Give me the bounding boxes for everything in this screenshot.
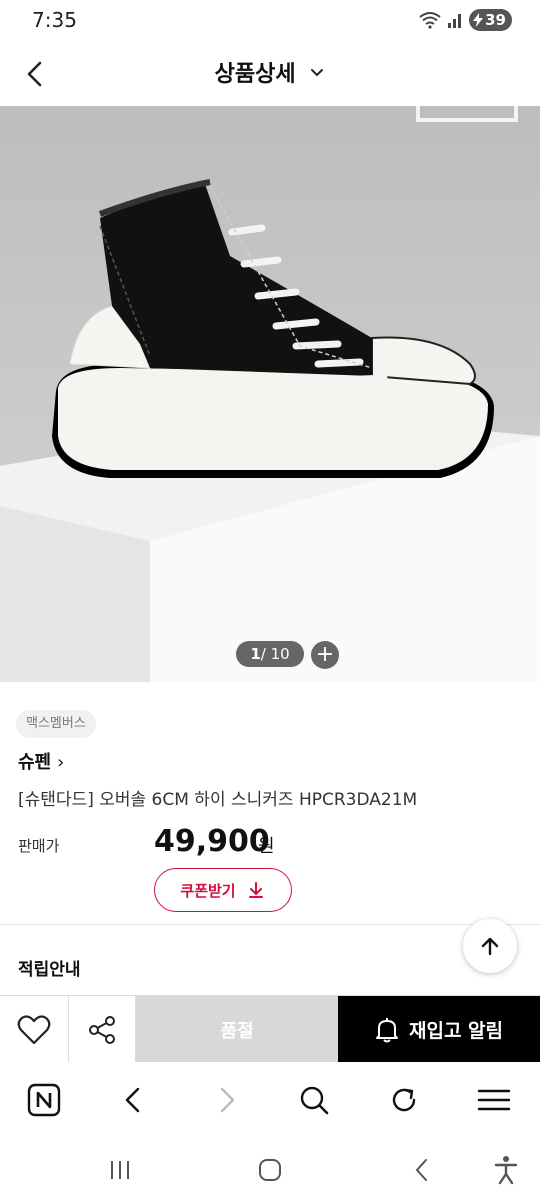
accessibility-button[interactable]: [488, 1152, 524, 1188]
soldout-label: 품절: [220, 1020, 254, 1042]
accessibility-icon: [494, 1156, 518, 1185]
page-title-dropdown[interactable]: 상품상세: [0, 56, 540, 88]
home-button[interactable]: [252, 1152, 288, 1188]
system-nav-bar: [0, 1136, 540, 1200]
restock-alert-button[interactable]: 재입고 알림: [338, 996, 540, 1063]
heart-icon: [17, 1014, 51, 1044]
chevron-right-icon: ›: [57, 752, 65, 773]
battery-badge: 39: [469, 9, 512, 31]
back-icon: [125, 1087, 140, 1113]
wifi-icon: [419, 12, 441, 29]
chevron-down-icon: [311, 69, 324, 77]
product-image[interactable]: [0, 106, 540, 682]
pager-current: 1: [250, 645, 261, 663]
browser-toolbar: [0, 1062, 540, 1136]
pager-total: / 10: [260, 645, 290, 663]
soldout-button: 품절: [136, 996, 338, 1063]
recents-button[interactable]: [102, 1152, 138, 1188]
membership-badge: 맥스멤버스: [16, 710, 96, 738]
status-icons: 39: [419, 9, 512, 31]
naver-home-icon: [27, 1083, 61, 1117]
brand-name: 슈펜: [18, 752, 52, 773]
page-title: 상품상세: [214, 62, 296, 87]
restock-label: 재입고 알림: [408, 1020, 503, 1042]
wishlist-button[interactable]: [0, 996, 69, 1063]
brand-link[interactable]: 슈펜 ›: [18, 748, 64, 774]
system-back-button[interactable]: [404, 1152, 440, 1188]
recents-icon: [111, 1161, 129, 1179]
home-icon: [259, 1159, 281, 1181]
plus-icon: +: [315, 642, 335, 667]
system-back-icon: [415, 1159, 427, 1181]
browser-forward-button[interactable]: [204, 1078, 248, 1122]
share-button[interactable]: [68, 996, 136, 1063]
browser-refresh-button[interactable]: [382, 1078, 426, 1122]
naver-home-button[interactable]: [22, 1078, 66, 1122]
image-expand-button[interactable]: +: [311, 641, 339, 669]
browser-search-button[interactable]: [292, 1078, 336, 1122]
section-divider: [0, 924, 540, 925]
scroll-top-button[interactable]: [463, 919, 517, 973]
menu-icon: [477, 1089, 511, 1111]
browser-back-button[interactable]: [112, 1078, 156, 1122]
reward-section-title: 적립안내: [18, 960, 81, 980]
status-bar: 7:35 39: [0, 0, 540, 42]
forward-icon: [220, 1087, 235, 1113]
download-icon: [248, 882, 263, 898]
share-icon: [88, 1015, 115, 1044]
arrow-up-icon: [481, 937, 499, 956]
signal-icon: [448, 14, 462, 28]
image-pager: 1/ 10: [236, 641, 304, 667]
coupon-button[interactable]: 쿠폰받기: [154, 868, 292, 912]
price-unit: 원: [258, 836, 275, 857]
battery-level: 39: [485, 11, 506, 29]
refresh-icon: [392, 1088, 416, 1112]
app-header: 상품상세: [0, 42, 540, 106]
price-value: 49,900: [154, 824, 270, 859]
bell-icon: [375, 1017, 398, 1042]
coupon-label: 쿠폰받기: [180, 881, 236, 900]
status-time: 7:35: [32, 8, 77, 32]
product-name: [슈탠다드] 오버솔 6CM 하이 스니커즈 HPCR3DA21M: [18, 790, 418, 810]
browser-menu-button[interactable]: [472, 1078, 516, 1122]
price-label: 판매가: [18, 837, 60, 855]
charging-icon: [473, 13, 484, 27]
purchase-action-bar: 품절 재입고 알림: [0, 995, 540, 1063]
search-icon: [300, 1086, 329, 1115]
product-photo: [0, 106, 540, 682]
